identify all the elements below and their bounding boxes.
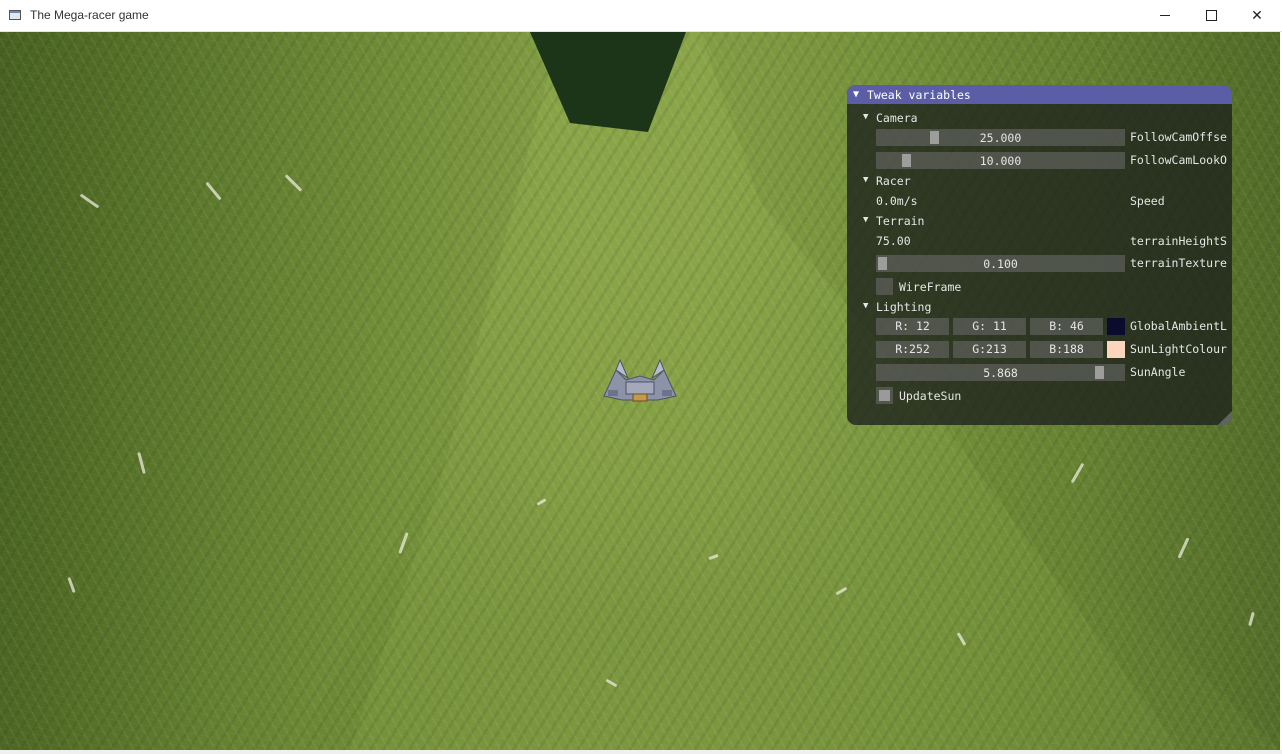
row-terrain-texture: 0.100 terrainTexture: [847, 254, 1232, 274]
sun-angle-label: SunAngle: [1130, 365, 1186, 379]
close-icon: ✕: [1251, 7, 1263, 24]
game-viewport[interactable]: ▼ Tweak variables ▼ Camera 25.000 Follow…: [0, 32, 1280, 750]
panel-title: Tweak variables: [867, 87, 971, 102]
section-lighting[interactable]: ▼ Lighting: [847, 298, 1232, 318]
follow-cam-look-label: FollowCamLookO: [1130, 153, 1227, 167]
speed-label: Speed: [1130, 194, 1165, 208]
ambient-g-field[interactable]: G: 11: [953, 318, 1026, 335]
section-triangle-icon[interactable]: ▼: [863, 301, 868, 311]
panel-header[interactable]: ▼ Tweak variables: [847, 85, 1232, 104]
row-terrain-height: 75.00 terrainHeightS: [847, 232, 1232, 252]
wireframe-label: WireFrame: [899, 280, 962, 294]
window-bottom-edge: [0, 750, 1282, 754]
row-speed: 0.0m/s Speed: [847, 192, 1232, 212]
terrain-height-value: 75.00: [876, 234, 911, 248]
speed-value: 0.0m/s: [876, 194, 918, 208]
row-follow-cam-offset: 25.000 FollowCamOffse: [847, 128, 1232, 148]
close-button[interactable]: ✕: [1234, 0, 1280, 31]
window-title: The Mega-racer game: [30, 8, 149, 22]
section-label: Camera: [876, 111, 918, 125]
minimize-icon: [1160, 15, 1170, 16]
row-wireframe: WireFrame: [847, 277, 1232, 297]
follow-cam-offset-label: FollowCamOffse: [1130, 130, 1227, 144]
sun-b-field[interactable]: B:188: [1030, 341, 1103, 358]
sun-r-field[interactable]: R:252: [876, 341, 949, 358]
section-triangle-icon[interactable]: ▼: [863, 112, 868, 122]
follow-cam-look-slider[interactable]: 10.000: [876, 152, 1125, 169]
sun-colour-swatch[interactable]: [1107, 341, 1125, 358]
window-title-bar: The Mega-racer game ✕: [0, 0, 1282, 32]
minimize-button[interactable]: [1142, 0, 1188, 31]
follow-cam-offset-slider[interactable]: 25.000: [876, 129, 1125, 146]
row-global-ambient: R: 12 G: 11 B: 46 GlobalAmbientL: [847, 317, 1232, 337]
section-camera[interactable]: ▼ Camera: [847, 109, 1232, 129]
row-update-sun: UpdateSun: [847, 386, 1232, 406]
maximize-button[interactable]: [1188, 0, 1234, 31]
slider-value: 5.868: [983, 366, 1018, 380]
section-racer[interactable]: ▼ Racer: [847, 172, 1232, 192]
sun-angle-slider[interactable]: 5.868: [876, 364, 1125, 381]
section-label: Lighting: [876, 300, 932, 314]
section-triangle-icon[interactable]: ▼: [863, 215, 868, 225]
ambient-b-field[interactable]: B: 46: [1030, 318, 1103, 335]
wireframe-checkbox[interactable]: [876, 278, 893, 295]
row-sun-angle: 5.868 SunAngle: [847, 363, 1232, 383]
terrain-texture-slider[interactable]: 0.100: [876, 255, 1125, 272]
ambient-colour-swatch[interactable]: [1107, 318, 1125, 335]
panel-resize-grip[interactable]: [1218, 411, 1232, 425]
collapse-triangle-icon[interactable]: ▼: [853, 89, 867, 100]
section-triangle-icon[interactable]: ▼: [863, 175, 868, 185]
tweak-variables-panel[interactable]: ▼ Tweak variables ▼ Camera 25.000 Follow…: [847, 85, 1232, 425]
row-sun-colour: R:252 G:213 B:188 SunLightColour: [847, 340, 1232, 360]
update-sun-checkbox[interactable]: [876, 387, 893, 404]
slider-value: 0.100: [983, 257, 1018, 271]
app-window-icon: [9, 10, 21, 20]
ambient-label: GlobalAmbientL: [1130, 319, 1227, 333]
sun-colour-label: SunLightColour: [1130, 342, 1227, 356]
slider-value: 10.000: [979, 154, 1022, 168]
terrain-texture-label: terrainTexture: [1130, 256, 1227, 270]
ambient-r-field[interactable]: R: 12: [876, 318, 949, 335]
update-sun-label: UpdateSun: [899, 389, 962, 403]
row-follow-cam-look: 10.000 FollowCamLookO: [847, 151, 1232, 171]
maximize-icon: [1205, 10, 1217, 21]
slider-value: 25.000: [979, 131, 1022, 145]
terrain-height-label: terrainHeightS: [1130, 234, 1227, 248]
sun-g-field[interactable]: G:213: [953, 341, 1026, 358]
section-label: Terrain: [876, 214, 925, 228]
racer-craft[interactable]: [600, 356, 680, 404]
section-label: Racer: [876, 174, 911, 188]
section-terrain[interactable]: ▼ Terrain: [847, 212, 1232, 232]
